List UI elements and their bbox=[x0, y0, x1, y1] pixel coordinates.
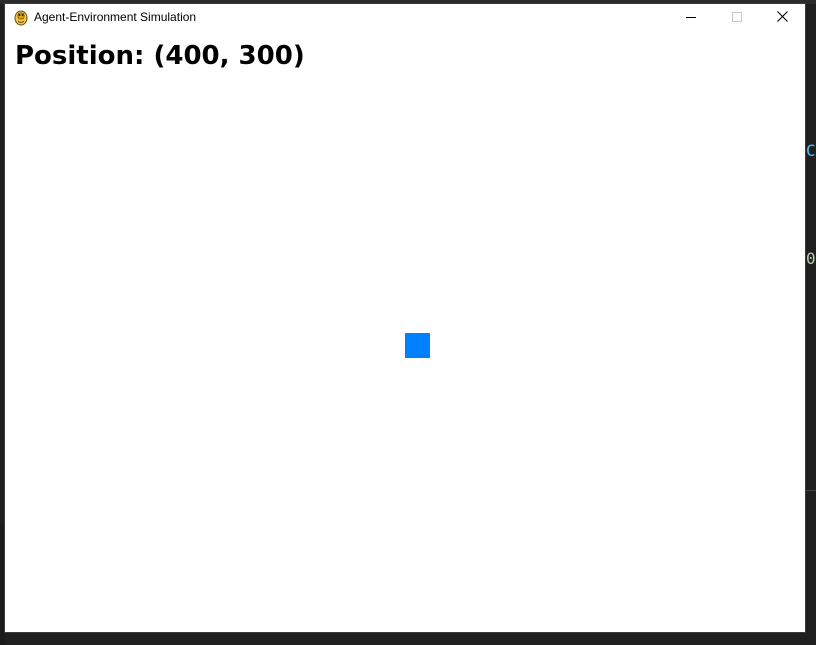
position-readout: Position: (400, 300) bbox=[15, 41, 305, 71]
agent-square bbox=[405, 333, 430, 358]
simulation-window: Agent-Environment Simulation Position: (… bbox=[5, 4, 805, 632]
window-titlebar[interactable]: Agent-Environment Simulation bbox=[5, 4, 805, 32]
maximize-icon bbox=[732, 9, 742, 27]
editor-code-glyph: C bbox=[806, 141, 816, 160]
simulation-canvas[interactable]: Position: (400, 300) bbox=[5, 32, 805, 632]
close-button[interactable] bbox=[759, 4, 805, 32]
python-snake-icon bbox=[13, 9, 29, 26]
minimize-button[interactable] bbox=[668, 4, 714, 32]
close-icon bbox=[776, 9, 788, 27]
maximize-button[interactable] bbox=[714, 4, 760, 32]
window-title: Agent-Environment Simulation bbox=[34, 10, 197, 24]
editor-panel-divider bbox=[805, 490, 816, 491]
minimize-icon bbox=[686, 9, 696, 27]
editor-code-glyph: 0 bbox=[806, 249, 816, 268]
